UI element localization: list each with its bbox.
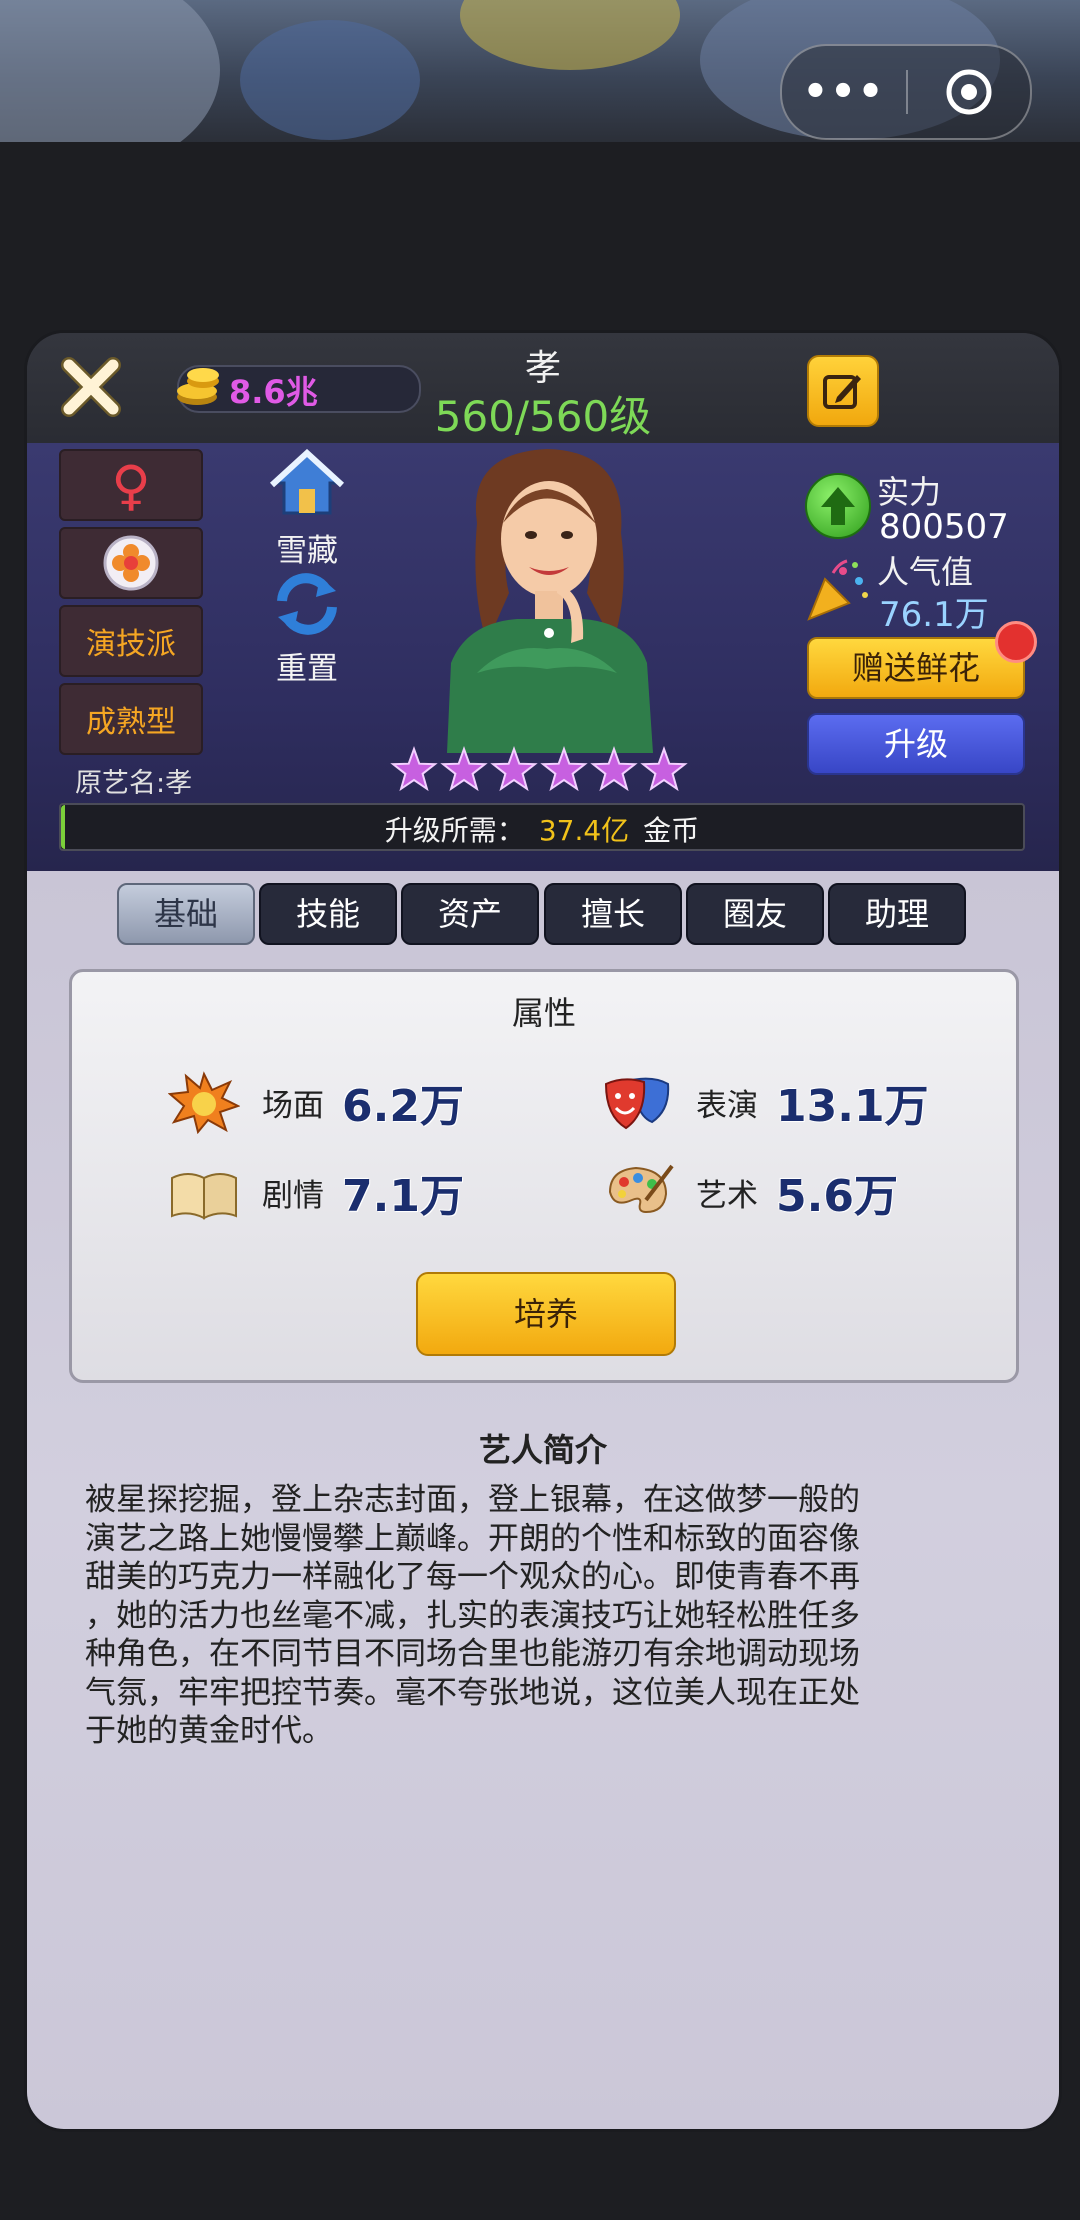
- more-dots-icon[interactable]: •••: [782, 69, 906, 115]
- reset-button[interactable]: 重置: [252, 571, 362, 688]
- character-portrait: [447, 449, 653, 753]
- edit-icon[interactable]: [807, 355, 879, 427]
- star-icon: [440, 746, 488, 792]
- original-name: 原艺名:孝: [75, 768, 193, 799]
- requirement-unit: 金币: [643, 814, 700, 847]
- tab-skills[interactable]: 技能: [259, 883, 397, 945]
- character-panel: 8.6兆 孝 560/560级 ♀ 演技派 成熟型 原艺名:孝 雪藏 重置 实力…: [24, 330, 1062, 2132]
- intro-line: 于她的黄金时代。: [85, 1713, 333, 1749]
- style-tag-mature: 成熟型: [59, 683, 203, 755]
- collect-label: 雪藏: [276, 533, 338, 569]
- party-popper-icon: [803, 559, 873, 623]
- power-value: 800507: [879, 507, 1009, 547]
- upgrade-requirement-text: 升级所需： 37.4亿 金币: [61, 809, 1023, 849]
- intro-text: 被星探挖掘，登上杂志封面，登上银幕，在这做梦一般的 演艺之路上她慢慢攀上巅峰。开…: [85, 1481, 995, 1751]
- explosion-icon: [168, 1071, 240, 1134]
- style-tag-acting: 演技派: [59, 605, 203, 677]
- gift-flowers-button[interactable]: 赠送鲜花: [807, 637, 1025, 699]
- tab-friends[interactable]: 圈友: [686, 883, 824, 945]
- target-icon[interactable]: [908, 66, 1030, 118]
- drama-mask-icon: [604, 1077, 670, 1130]
- female-gender-icon: ♀: [59, 449, 203, 521]
- tab-assets[interactable]: 资产: [401, 883, 539, 945]
- notification-dot: [995, 621, 1037, 663]
- attribute-label: 表演: [696, 1087, 758, 1124]
- star-icon: [590, 746, 638, 792]
- intro-line: 甜美的巧克力一样融化了每一个观众的心。即使青春不再: [85, 1559, 860, 1595]
- upgrade-requirement-bar: 升级所需： 37.4亿 金币: [59, 803, 1025, 851]
- flower-badge-icon[interactable]: [59, 527, 203, 599]
- star-icon: [640, 746, 688, 792]
- attribute-value: 6.2万: [342, 1081, 464, 1132]
- upgrade-button[interactable]: 升级: [807, 713, 1025, 775]
- intro-line: 气氛，牢牢把控节奏。毫不夸张地说，这位美人现在正处: [85, 1674, 860, 1711]
- house-icon: [269, 448, 345, 515]
- attribute-art: 艺术 5.6万: [602, 1160, 898, 1224]
- palette-icon: [608, 1164, 674, 1214]
- reset-label: 重置: [276, 651, 338, 687]
- mini-program-capsule: •••: [780, 44, 1032, 140]
- requirement-label: 升级所需：: [384, 814, 525, 847]
- tab-basic[interactable]: 基础: [117, 883, 255, 945]
- attribute-value: 5.6万: [776, 1171, 898, 1222]
- popularity-value: 76.1万: [879, 595, 989, 635]
- requirement-value: 37.4亿: [538, 814, 630, 847]
- character-level: 560/560级: [434, 392, 652, 441]
- attribute-value: 13.1万: [776, 1081, 929, 1132]
- attribute-scene: 场面 6.2万: [168, 1070, 464, 1134]
- content-area: 基础 技能 资产 擅长 圈友 助理 属性 场面 6.2万 表演 13.1万 剧情…: [27, 871, 1059, 2129]
- character-banner: ♀ 演技派 成熟型 原艺名:孝 雪藏 重置 实力 800507 人气值 76.1…: [27, 443, 1059, 871]
- star-icon: [490, 746, 538, 792]
- intro-line: ，她的活力也丝毫不减，扎实的表演技巧让她轻松胜任多: [85, 1597, 860, 1634]
- intro-line: 演艺之路上她慢慢攀上巅峰。开朗的个性和标致的面容像: [85, 1520, 860, 1557]
- attributes-card: 属性 场面 6.2万 表演 13.1万 剧情 7.1万 艺术 5.6万 培养: [69, 969, 1019, 1383]
- attribute-performance: 表演 13.1万: [602, 1070, 929, 1134]
- book-icon: [171, 1173, 237, 1220]
- attributes-title: 属性: [511, 994, 576, 1032]
- star-rating: [390, 746, 688, 792]
- tab-expertise[interactable]: 擅长: [544, 883, 682, 945]
- intro-title: 艺人简介: [478, 1431, 607, 1469]
- star-icon: [540, 746, 588, 792]
- attribute-label: 场面: [262, 1087, 324, 1124]
- intro-line: 被星探挖掘，登上杂志封面，登上银幕，在这做梦一般的: [85, 1482, 860, 1518]
- attribute-plot: 剧情 7.1万: [168, 1160, 464, 1224]
- intro-line: 种角色，在不同节目不同场合里也能游刃有余地调动现场: [85, 1636, 860, 1672]
- train-button[interactable]: 培养: [416, 1272, 676, 1356]
- star-icon: [390, 746, 438, 792]
- attribute-label: 艺术: [696, 1177, 758, 1214]
- attribute-label: 剧情: [262, 1177, 324, 1214]
- power-up-arrow-icon: [805, 473, 871, 539]
- tab-assistant[interactable]: 助理: [828, 883, 966, 945]
- panel-header: 8.6兆 孝 560/560级: [27, 333, 1059, 443]
- refresh-icon: [277, 573, 337, 635]
- attribute-value: 7.1万: [342, 1171, 464, 1222]
- collect-button[interactable]: 雪藏: [252, 448, 362, 570]
